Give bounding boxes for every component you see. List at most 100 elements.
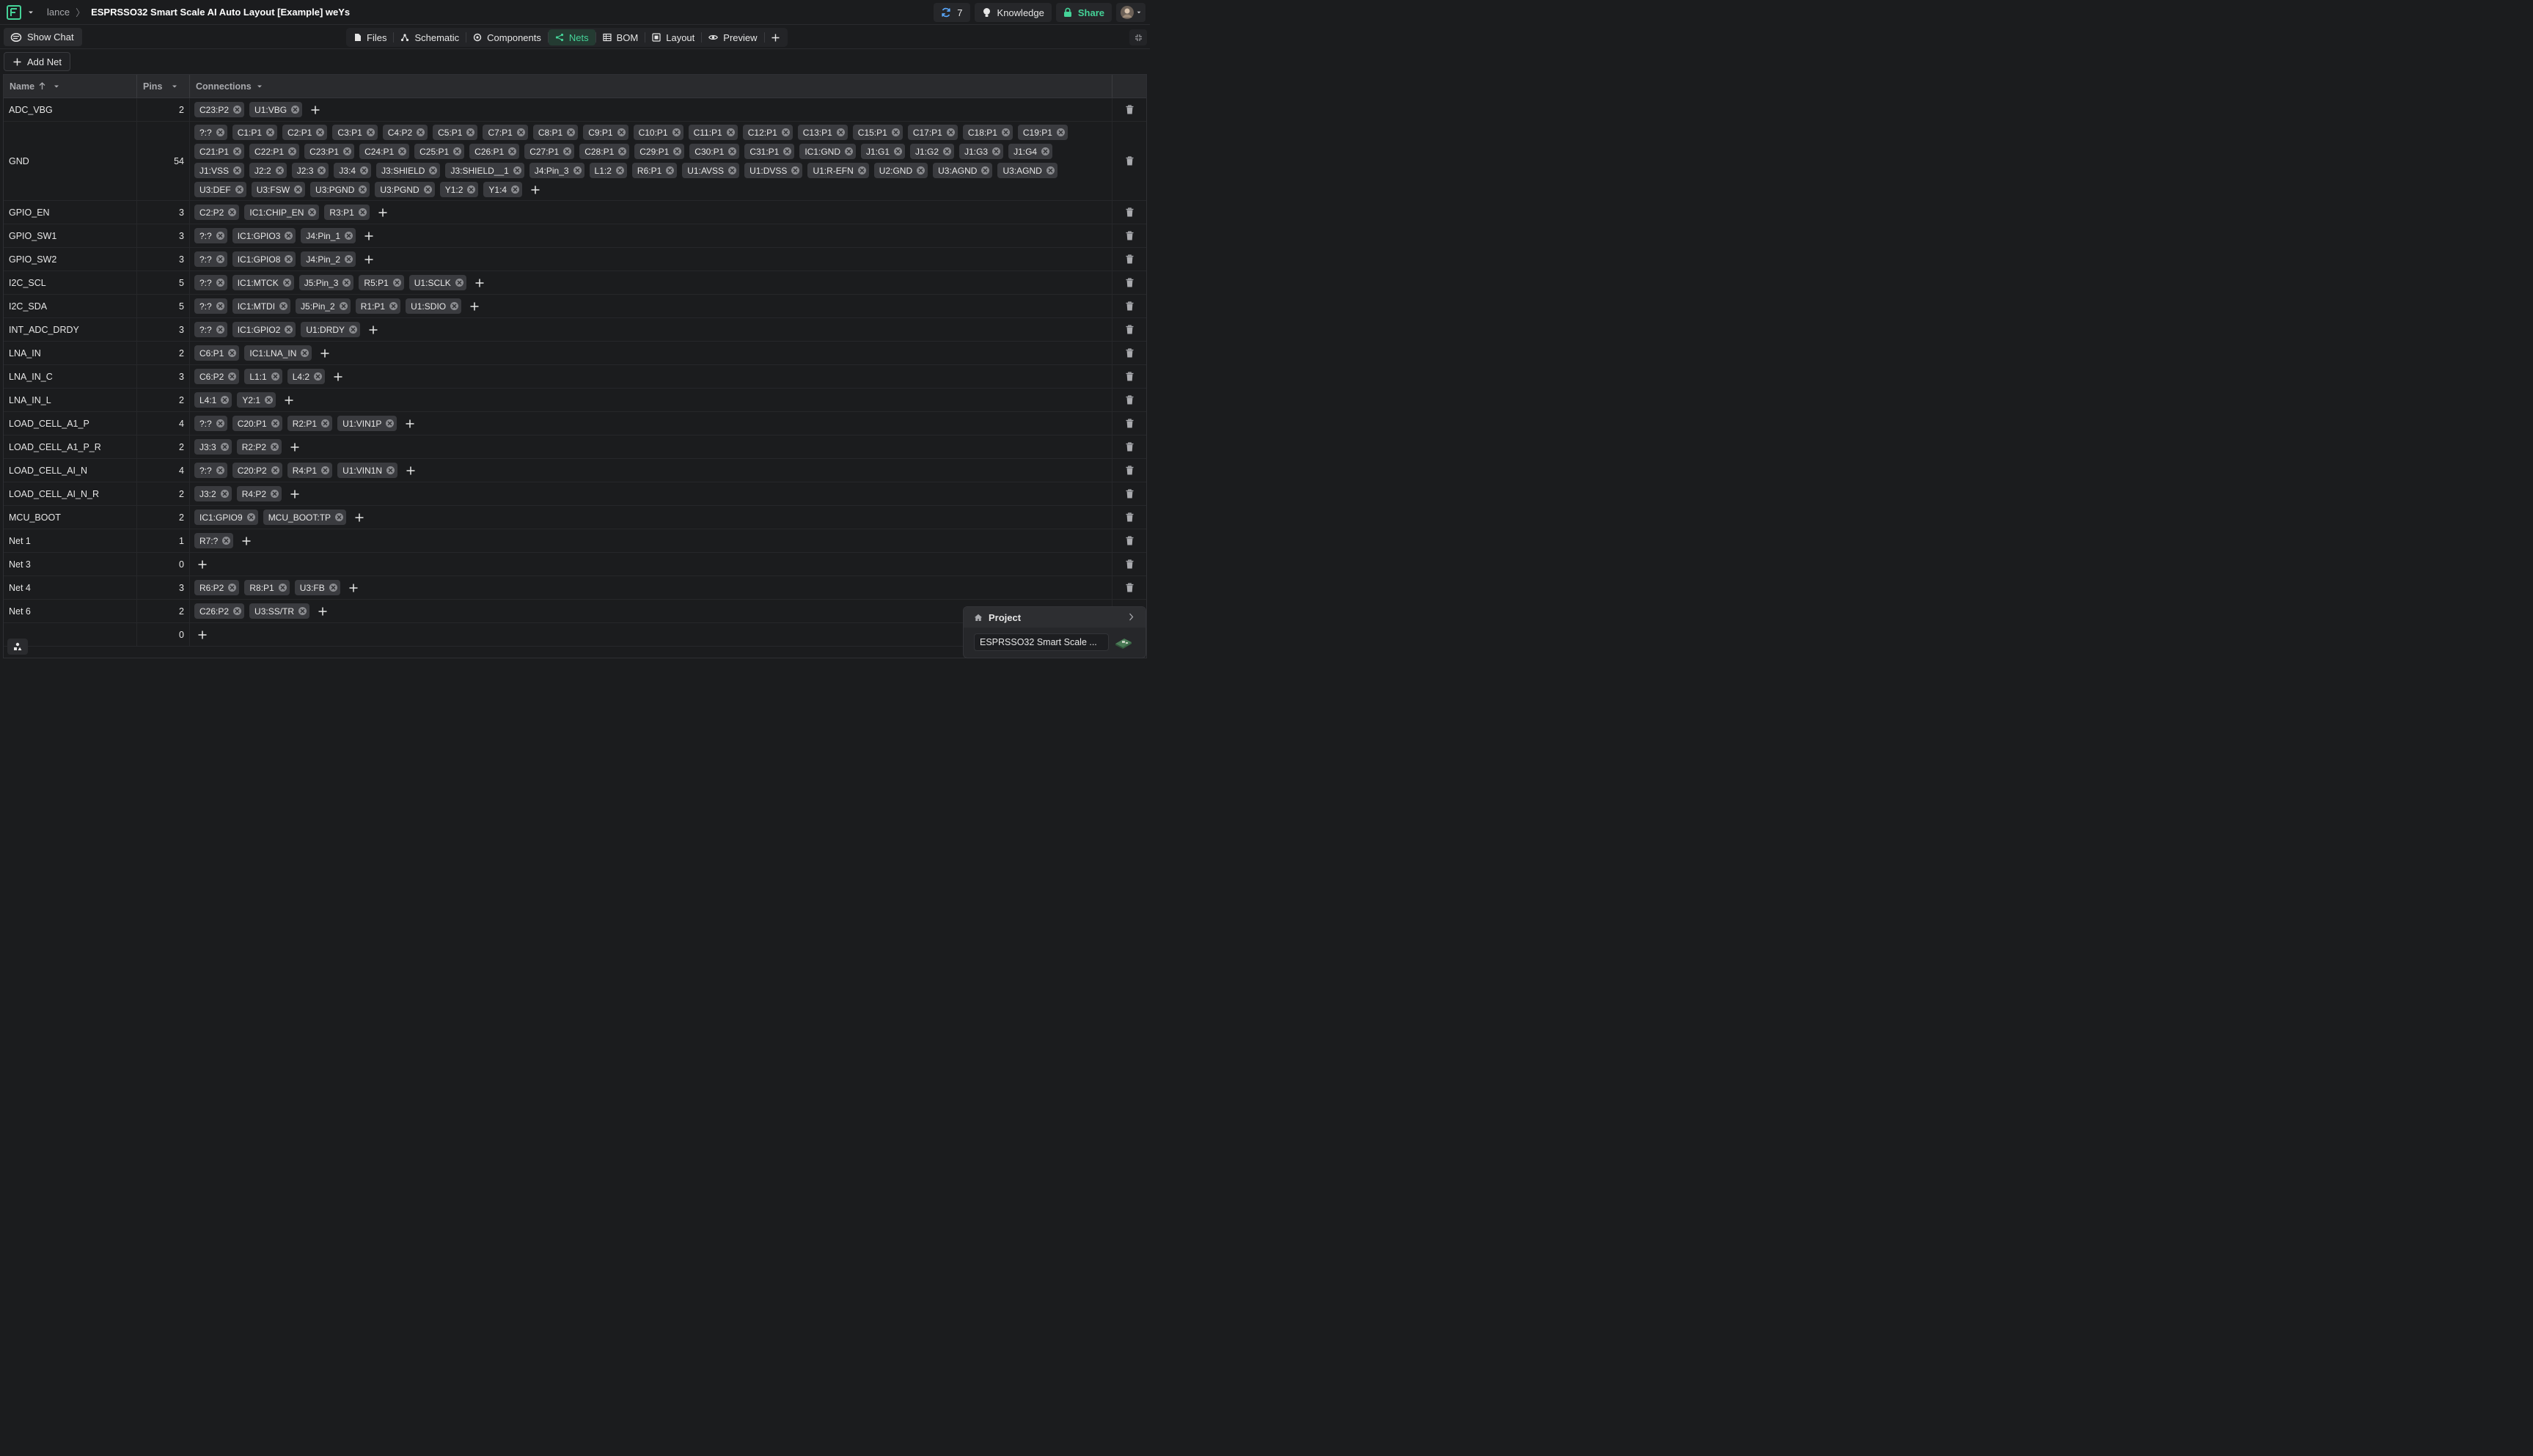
remove-connection-icon[interactable]: [366, 128, 375, 136]
remove-connection-icon[interactable]: [360, 166, 369, 174]
delete-net-button[interactable]: [1112, 506, 1146, 529]
connection-chip[interactable]: IC1:CHIP_EN: [244, 205, 320, 220]
add-net-button[interactable]: Add Net: [4, 52, 70, 71]
net-name-cell[interactable]: LNA_IN: [4, 342, 137, 364]
connection-chip[interactable]: U3:PGND: [310, 182, 370, 197]
connection-chip[interactable]: J1:G3: [959, 144, 1004, 159]
net-name-cell[interactable]: Net 4: [4, 576, 137, 599]
remove-connection-icon[interactable]: [233, 166, 242, 174]
remove-connection-icon[interactable]: [943, 147, 952, 155]
net-name-cell[interactable]: LOAD_CELL_A1_P_R: [4, 435, 137, 458]
add-connection-plus-icon[interactable]: [362, 251, 375, 267]
remove-connection-icon[interactable]: [618, 147, 627, 155]
remove-connection-icon[interactable]: [275, 166, 284, 174]
column-header-pins[interactable]: Pins: [137, 75, 190, 98]
net-name-cell[interactable]: MCU_BOOT: [4, 506, 137, 529]
remove-connection-icon[interactable]: [617, 128, 626, 136]
remove-connection-icon[interactable]: [894, 147, 903, 155]
net-name-cell[interactable]: LNA_IN_L: [4, 389, 137, 411]
connection-chip[interactable]: J3:SHIELD__1: [445, 163, 524, 178]
net-name-cell[interactable]: ADC_VBG: [4, 98, 137, 121]
remove-connection-icon[interactable]: [728, 166, 737, 174]
collapse-panel-button[interactable]: [1129, 29, 1147, 45]
user-avatar[interactable]: [1116, 3, 1145, 22]
delete-net-button[interactable]: [1112, 122, 1146, 200]
connection-chip[interactable]: J3:SHIELD: [376, 163, 441, 178]
connection-chip[interactable]: C15:P1: [852, 125, 903, 140]
remove-connection-icon[interactable]: [1056, 128, 1065, 136]
remove-connection-icon[interactable]: [216, 326, 224, 334]
connection-chip[interactable]: MCU_BOOT:TP: [263, 510, 347, 525]
delete-net-button[interactable]: [1112, 389, 1146, 411]
connection-chip[interactable]: U1:DRDY: [301, 322, 361, 337]
connection-chip[interactable]: U3:PGND: [375, 182, 435, 197]
remove-connection-icon[interactable]: [672, 128, 681, 136]
table-row[interactable]: Net 1 1 R7:?: [4, 529, 1146, 553]
remove-connection-icon[interactable]: [221, 396, 230, 404]
add-connection-plus-icon[interactable]: [529, 182, 542, 197]
remove-connection-icon[interactable]: [278, 584, 287, 592]
connection-chip[interactable]: U1:DVSS: [744, 163, 803, 178]
remove-connection-icon[interactable]: [216, 255, 224, 263]
connection-chip[interactable]: IC1:GND: [799, 144, 857, 159]
connection-chip[interactable]: U3:AGND: [933, 163, 993, 178]
add-connection-plus-icon[interactable]: [240, 533, 253, 548]
net-name-cell[interactable]: LNA_IN_C: [4, 365, 137, 388]
connection-chip[interactable]: ?:?: [194, 275, 227, 290]
connection-chip[interactable]: R5:P1: [359, 275, 404, 290]
net-name-cell[interactable]: GPIO_EN: [4, 201, 137, 224]
add-connection-plus-icon[interactable]: [196, 627, 209, 642]
remove-connection-icon[interactable]: [573, 166, 582, 174]
remove-connection-icon[interactable]: [781, 128, 790, 136]
remove-connection-icon[interactable]: [508, 147, 517, 155]
remove-connection-icon[interactable]: [266, 128, 275, 136]
connection-chip[interactable]: C20:P2: [232, 463, 282, 478]
add-connection-plus-icon[interactable]: [347, 580, 360, 595]
remove-connection-icon[interactable]: [233, 106, 242, 114]
connection-chip[interactable]: ?:?: [194, 416, 227, 431]
remove-connection-icon[interactable]: [318, 166, 326, 174]
remove-connection-icon[interactable]: [1046, 166, 1055, 174]
connection-chip[interactable]: ?:?: [194, 463, 227, 478]
table-row[interactable]: I2C_SDA 5?:? IC1:MTDI J5:Pin_2 R1:P1 U1:SDIO: [4, 295, 1146, 318]
remove-connection-icon[interactable]: [233, 147, 242, 155]
remove-connection-icon[interactable]: [389, 302, 398, 310]
connection-chip[interactable]: U1:R-EFN: [807, 163, 869, 178]
add-connection-plus-icon[interactable]: [309, 102, 322, 117]
table-row[interactable]: LOAD_CELL_A1_P_R 2 J3:3 R2:P2: [4, 435, 1146, 459]
table-row[interactable]: I2C_SCL 5?:? IC1:MTCK J5:Pin_3 R5:P1 U1:SCLK: [4, 271, 1146, 295]
connection-chip[interactable]: Y1:2: [439, 182, 479, 197]
connection-chip[interactable]: R7:?: [194, 533, 234, 548]
connection-chip[interactable]: U3:DEF: [194, 182, 246, 197]
remove-connection-icon[interactable]: [216, 279, 224, 287]
table-row[interactable]: INT_ADC_DRDY 3?:? IC1:GPIO2 U1:DRDY: [4, 318, 1146, 342]
delete-net-button[interactable]: [1112, 412, 1146, 435]
connection-chip[interactable]: Y1:4: [483, 182, 523, 197]
connection-chip[interactable]: C3:P1: [332, 125, 378, 140]
delete-net-button[interactable]: [1112, 295, 1146, 317]
show-chat-button[interactable]: Show Chat: [4, 28, 82, 46]
project-name[interactable]: ESPRSSO32 Smart Scale ...: [974, 633, 1109, 651]
add-connection-plus-icon[interactable]: [353, 510, 366, 525]
remove-connection-icon[interactable]: [335, 513, 344, 521]
remove-connection-icon[interactable]: [398, 147, 407, 155]
remove-connection-icon[interactable]: [386, 466, 395, 474]
net-name-cell[interactable]: Net 6: [4, 600, 137, 622]
remove-connection-icon[interactable]: [314, 372, 323, 380]
remove-connection-icon[interactable]: [450, 302, 459, 310]
delete-net-button[interactable]: [1112, 576, 1146, 599]
remove-connection-icon[interactable]: [233, 607, 242, 615]
remove-connection-icon[interactable]: [417, 128, 425, 136]
remove-connection-icon[interactable]: [228, 372, 237, 380]
connection-chip[interactable]: J1:G4: [1008, 144, 1053, 159]
add-connection-plus-icon[interactable]: [367, 322, 380, 337]
connection-chip[interactable]: C9:P1: [583, 125, 628, 140]
remove-connection-icon[interactable]: [285, 255, 293, 263]
connection-chip[interactable]: U3:FSW: [251, 182, 306, 197]
remove-connection-icon[interactable]: [783, 147, 792, 155]
connection-chip[interactable]: R2:P1: [287, 416, 333, 431]
add-connection-plus-icon[interactable]: [318, 345, 331, 361]
connection-chip[interactable]: R2:P2: [236, 439, 282, 455]
remove-connection-icon[interactable]: [511, 185, 520, 194]
add-connection-plus-icon[interactable]: [473, 275, 486, 290]
